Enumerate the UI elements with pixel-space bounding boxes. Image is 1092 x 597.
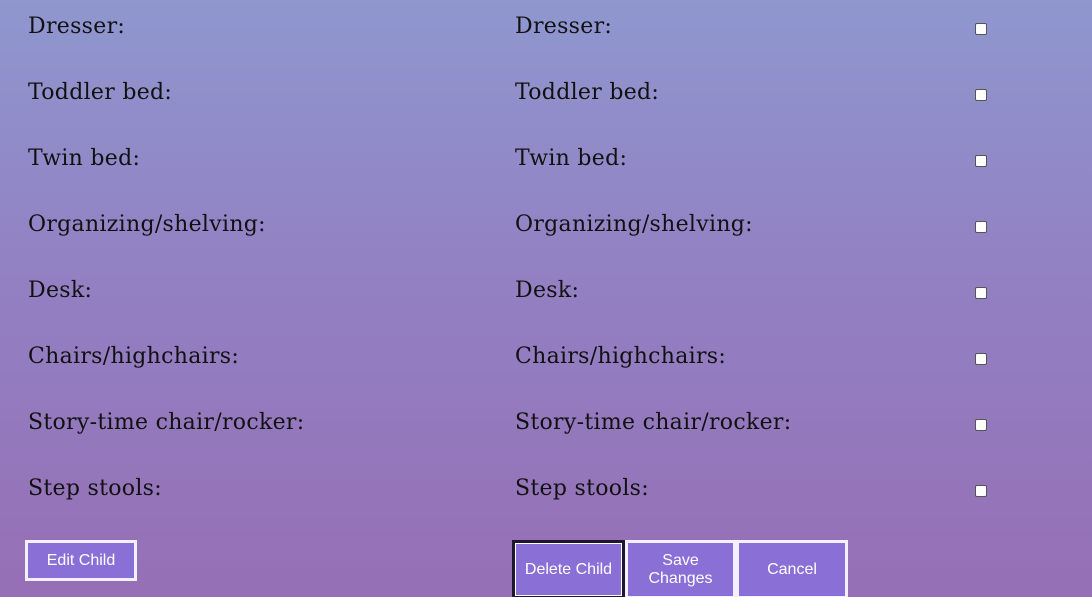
delete-child-button[interactable]: Delete Child (512, 540, 625, 597)
edit-child-button[interactable]: Edit Child (25, 540, 137, 581)
right-label-twin-bed: Twin bed: (515, 146, 628, 171)
checkbox-dresser[interactable] (975, 23, 987, 35)
left-label-organizing-shelving: Organizing/shelving: (28, 212, 266, 237)
left-label-dresser: Dresser: (28, 14, 126, 39)
left-label-chairs-highchairs: Chairs/highchairs: (28, 344, 240, 369)
right-label-story-time-chair: Story-time chair/rocker: (515, 410, 792, 435)
left-label-toddler-bed: Toddler bed: (28, 80, 173, 105)
right-label-desk: Desk: (515, 278, 580, 303)
right-label-toddler-bed: Toddler bed: (515, 80, 660, 105)
left-label-desk: Desk: (28, 278, 93, 303)
checkbox-organizing-shelving[interactable] (975, 221, 987, 233)
right-label-step-stools: Step stools: (515, 476, 649, 501)
cancel-button[interactable]: Cancel (736, 540, 848, 597)
checkbox-toddler-bed[interactable] (975, 89, 987, 101)
right-label-dresser: Dresser: (515, 14, 613, 39)
left-label-step-stools: Step stools: (28, 476, 162, 501)
checkbox-chairs-highchairs[interactable] (975, 353, 987, 365)
checkbox-desk[interactable] (975, 287, 987, 299)
checkbox-twin-bed[interactable] (975, 155, 987, 167)
checkbox-story-time-chair[interactable] (975, 419, 987, 431)
save-changes-button[interactable]: Save Changes (625, 540, 736, 597)
checkbox-step-stools[interactable] (975, 485, 987, 497)
right-label-chairs-highchairs: Chairs/highchairs: (515, 344, 727, 369)
right-label-organizing-shelving: Organizing/shelving: (515, 212, 753, 237)
left-label-story-time-chair: Story-time chair/rocker: (28, 410, 305, 435)
left-label-twin-bed: Twin bed: (28, 146, 141, 171)
